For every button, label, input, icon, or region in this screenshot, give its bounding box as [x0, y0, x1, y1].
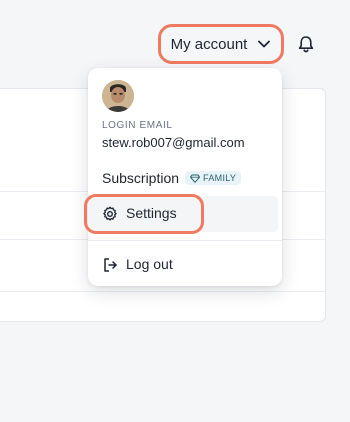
avatar: [102, 80, 134, 112]
chevron-down-icon: [258, 40, 271, 48]
subscription-row: Subscription FAMILY: [102, 170, 242, 186]
account-dropdown: LOGIN EMAIL stew.rob007@gmail.com Subscr…: [84, 68, 282, 286]
menu-divider: [88, 240, 282, 241]
logout-menu-item[interactable]: Log out: [126, 256, 173, 272]
login-email-label: LOGIN EMAIL: [102, 120, 173, 131]
my-account-label: My account: [170, 35, 248, 53]
diamond-icon: [190, 174, 201, 183]
subscription-label: Subscription: [102, 170, 180, 186]
login-email-value: stew.rob007@gmail.com: [102, 135, 245, 150]
settings-label: Settings: [126, 205, 177, 221]
my-account-button[interactable]: My account: [158, 24, 284, 64]
bell-icon[interactable]: [296, 34, 316, 54]
subscription-badge-text: FAMILY: [203, 173, 237, 183]
gear-icon: [103, 206, 117, 221]
background-divider: [0, 291, 325, 292]
settings-menu-item[interactable]: Settings: [84, 194, 278, 234]
logout-icon[interactable]: [102, 257, 118, 273]
subscription-badge: FAMILY: [185, 171, 242, 185]
